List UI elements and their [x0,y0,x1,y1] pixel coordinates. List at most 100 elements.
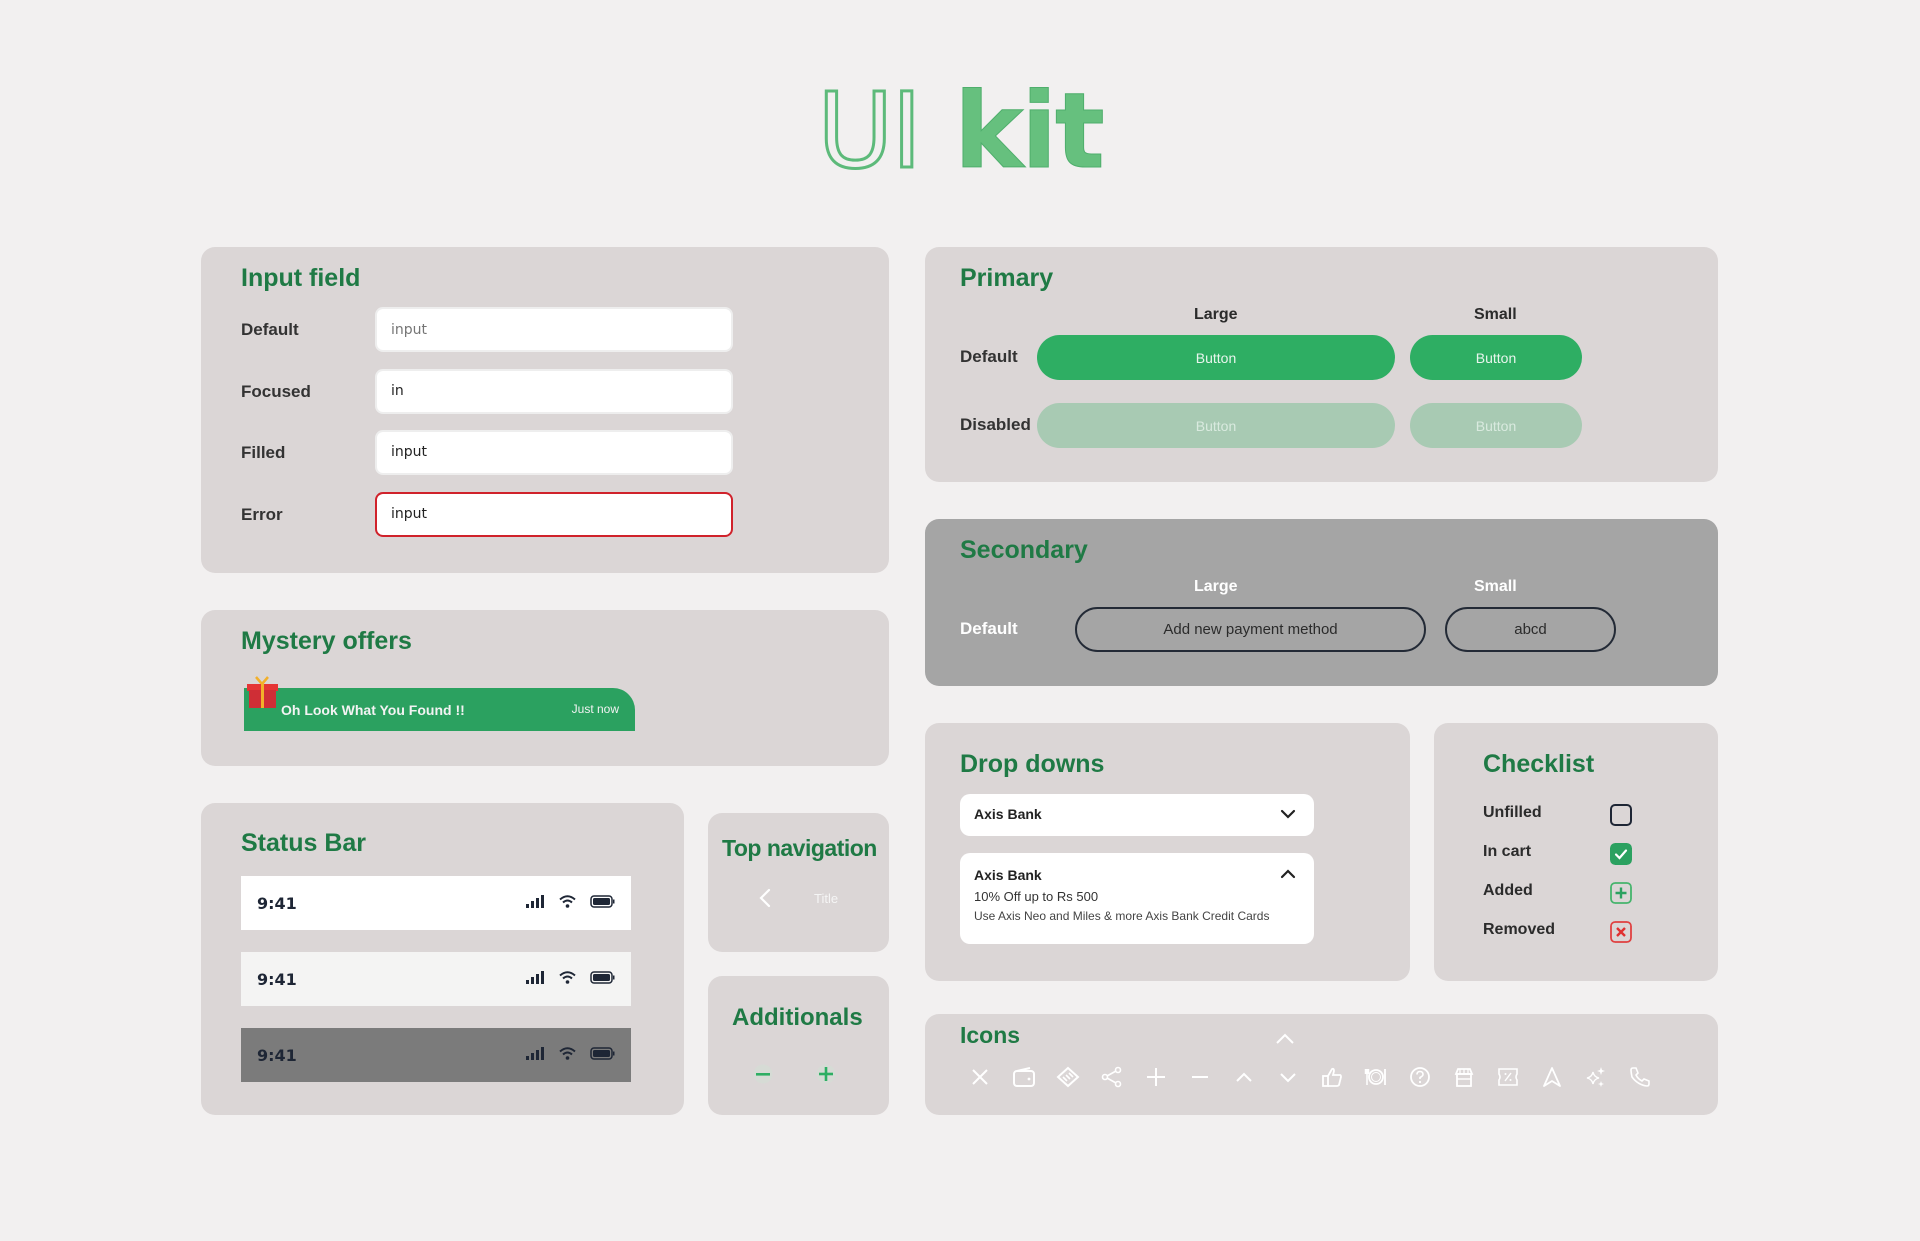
input-label-filled: Filled [241,443,286,462]
wifi-icon [559,1047,576,1060]
input-label-default: Default [241,320,299,339]
chevron-up-icon [1280,869,1296,879]
secondary-buttons-panel: Secondary Large Small Default Add new pa… [925,519,1718,686]
sparkle-icon[interactable] [1585,1066,1607,1088]
column-label-large: Large [1194,578,1238,595]
input-label-focused: Focused [241,382,311,401]
dining-icon[interactable] [1364,1066,1388,1088]
title-solid-text: kit [954,70,1106,193]
checklist-label: In cart [1483,843,1532,860]
thumbs-up-icon[interactable] [1321,1066,1343,1088]
checklist-label: Added [1483,882,1533,899]
input-default[interactable] [375,307,733,352]
dropdown-offer-details: Use Axis Neo and Miles & more Axis Bank … [974,909,1270,923]
checklist-panel: Checklist Unfilled In cart Added Removed [1434,723,1718,981]
panel-title: Icons [960,1022,1021,1048]
minus-icon[interactable] [753,1064,773,1084]
icons-panel: Icons [925,1014,1718,1115]
checkbox-unfilled[interactable] [1610,804,1632,826]
panel-title: Secondary [960,536,1088,564]
navigation-icon[interactable] [1541,1066,1563,1088]
panel-title: Mystery offers [241,627,412,655]
input-field-panel: Input field Default Focused in Filled in… [201,247,889,573]
checklist-label: Removed [1483,921,1556,938]
column-label-large: Large [1194,306,1238,323]
close-icon[interactable] [969,1066,991,1088]
chevron-down-icon[interactable] [1277,1066,1299,1088]
status-bar-light: 9:41 [241,952,631,1006]
dropdown-selected: Axis Bank [974,867,1042,883]
status-bar-panel: Status Bar 9:41 9:41 9:41 [201,803,684,1115]
primary-small-button[interactable]: Button [1410,335,1582,380]
coupon-icon[interactable] [1497,1066,1519,1088]
dropdowns-panel: Drop downs Axis Bank Axis Bank 10% Off u… [925,723,1410,981]
row-label-disabled: Disabled [960,415,1031,434]
wifi-icon [559,895,576,908]
gift-icon [247,676,278,708]
dropdown-expanded[interactable]: Axis Bank 10% Off up to Rs 500 Use Axis … [960,853,1314,944]
input-filled[interactable]: input [375,430,733,475]
plus-icon[interactable] [816,1064,836,1084]
share-icon[interactable] [1101,1066,1123,1088]
primary-buttons-panel: Primary Large Small Default Button Butto… [925,247,1718,482]
chevron-up-icon[interactable] [1233,1066,1255,1088]
signal-icon [526,895,544,908]
store-icon[interactable] [1453,1066,1475,1088]
primary-large-button-disabled: Button [1037,403,1395,448]
input-error[interactable]: input [375,492,733,537]
chevron-down-icon [1280,809,1296,819]
chevron-left-icon[interactable] [758,888,772,908]
status-bar-white: 9:41 [241,876,631,930]
mystery-offers-panel: Mystery offers Oh Look What You Found !!… [201,610,889,766]
input-focused[interactable]: in [375,369,733,414]
minus-icon[interactable] [1189,1066,1211,1088]
signal-icon [526,1047,544,1060]
secondary-small-button[interactable]: abcd [1445,607,1616,652]
panel-title: Top navigation [722,835,877,861]
offer-message: Oh Look What You Found !! [281,702,465,718]
top-navigation-panel: Top navigation Title [708,813,889,952]
checkbox-checked[interactable] [1610,843,1632,865]
wallet-icon[interactable] [1012,1066,1036,1088]
input-label-error: Error [241,505,283,524]
dropdown-collapsed[interactable]: Axis Bank [960,794,1314,836]
add-payment-method-button[interactable]: Add new payment method [1075,607,1426,652]
offer-banner[interactable]: Oh Look What You Found !! Just now [244,688,635,731]
page-title: UI kit [0,69,1920,194]
handshake-icon[interactable] [1056,1066,1080,1088]
dropdown-offer: 10% Off up to Rs 500 [974,889,1099,904]
phone-icon[interactable] [1629,1066,1651,1088]
panel-title: Checklist [1483,750,1595,778]
panel-title: Input field [241,264,361,292]
panel-title: Additionals [732,1004,863,1031]
row-label-default: Default [960,347,1018,366]
status-bar-dark: 9:41 [241,1028,631,1082]
signal-icon [526,971,544,984]
checkbox-added[interactable] [1610,882,1632,904]
icon-row [958,1062,1662,1092]
panel-title: Primary [960,264,1054,292]
chevron-up-icon[interactable] [1274,1032,1296,1046]
row-label-default: Default [960,619,1018,638]
status-time: 9:41 [257,894,297,913]
status-time: 9:41 [257,970,297,989]
battery-icon [590,1047,615,1060]
wifi-icon [559,971,576,984]
checkbox-removed[interactable] [1610,921,1632,943]
battery-icon [590,895,615,908]
column-label-small: Small [1474,306,1517,323]
dropdown-selected: Axis Bank [974,806,1042,822]
status-time: 9:41 [257,1046,297,1065]
primary-large-button[interactable]: Button [1037,335,1395,380]
battery-icon [590,971,615,984]
panel-title: Status Bar [241,829,367,857]
plus-icon[interactable] [1145,1066,1167,1088]
primary-small-button-disabled: Button [1410,403,1582,448]
help-icon[interactable] [1409,1066,1431,1088]
nav-title: Title [814,891,839,906]
checklist-label: Unfilled [1483,804,1542,821]
offer-time: Just now [571,702,619,716]
column-label-small: Small [1474,578,1517,595]
panel-title: Drop downs [960,750,1105,778]
title-outline-text: UI [816,69,924,194]
